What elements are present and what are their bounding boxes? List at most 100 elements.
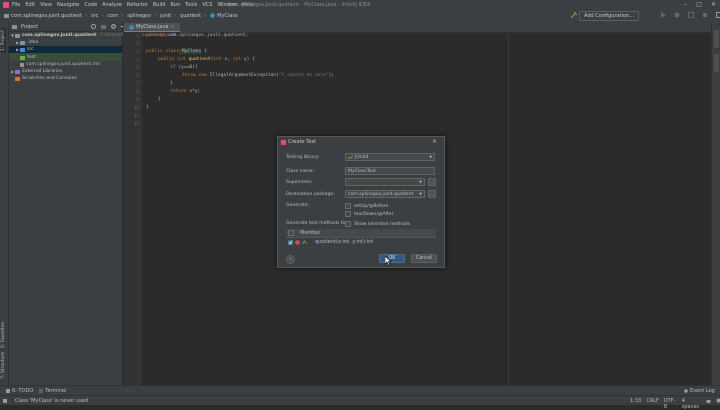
project-tree [9, 32, 122, 385]
breadcrumb-junit[interactable]: junit› [160, 13, 176, 19]
class-name: MyClass [179, 49, 201, 54]
destination-package-field[interactable]: com.splinegov.junit.quotient ▼ [345, 190, 425, 198]
coverage-icon[interactable] [688, 12, 694, 18]
help-button[interactable]: ? [286, 255, 295, 264]
breadcrumb-myclass[interactable]: MyClass [210, 13, 237, 19]
checkbox-box[interactable] [345, 221, 351, 227]
menu-navigate[interactable]: Navigate [57, 2, 79, 8]
favorites-tool-button[interactable]: 2: Favorites [1, 322, 6, 348]
ok-button[interactable]: OK [379, 254, 405, 263]
teardown-checkbox[interactable]: tearDown/@After [345, 211, 394, 217]
tree-item-external-libraries[interactable]: ▶ External Libraries [11, 68, 62, 75]
tab-close-icon[interactable]: × [171, 24, 175, 30]
tree-item-src[interactable]: ▶ src [16, 46, 34, 53]
code-text: IllegalArgumentException( [207, 73, 279, 78]
close-icon[interactable]: × [432, 138, 437, 145]
build-hammer-icon[interactable] [571, 12, 577, 18]
code-line-7: } [170, 81, 173, 89]
folder-icon [20, 41, 25, 45]
breadcrumb-label: MyClass [217, 13, 237, 19]
project-structure-icon[interactable] [716, 12, 720, 18]
terminal-tool-button[interactable]: Terminal [39, 388, 66, 394]
menu-analyze[interactable]: Analyze [102, 2, 122, 8]
caret-position[interactable]: 1:33 [630, 398, 641, 410]
tree-item-scratches[interactable]: Scratches and Consoles [11, 75, 77, 82]
chevron-down-icon: ▼ [419, 180, 422, 184]
line-number: 2 [136, 42, 139, 47]
menu-tools[interactable]: Tools [185, 2, 197, 8]
locate-icon[interactable] [91, 24, 96, 29]
add-configuration-button[interactable]: Add Configuration... [579, 11, 639, 21]
destination-package-browse-button[interactable]: ... [428, 190, 436, 198]
class-name-value: MyClassTest [348, 169, 376, 174]
menu-edit[interactable]: Edit [25, 2, 35, 8]
checkbox-box[interactable] [345, 203, 351, 209]
run-icon[interactable] [660, 12, 666, 18]
project-tool-button[interactable]: 1: Project [1, 28, 6, 53]
setup-checkbox[interactable]: setUp/@Before [345, 203, 388, 209]
ant-tool-icon[interactable] [714, 30, 719, 48]
cancel-button[interactable]: Cancel [411, 254, 437, 263]
indent-setting[interactable]: 4 spaces [682, 398, 701, 410]
class-name-field[interactable]: MyClassTest [345, 167, 435, 175]
scratches-icon [15, 77, 20, 81]
project-panel-title[interactable]: Project [21, 24, 38, 30]
maximize-icon[interactable]: □ [696, 1, 702, 8]
tab-label: MyClass.java [136, 24, 169, 30]
select-all-checkbox[interactable] [288, 230, 294, 236]
breadcrumb-com[interactable]: com› [107, 13, 123, 19]
database-tool-icon[interactable] [714, 54, 719, 72]
tree-item-iml[interactable]: com.splinegov.junit.quotient.iml [20, 61, 100, 68]
line-separator[interactable]: CRLF [646, 398, 659, 410]
tree-item-idea[interactable]: ▶ .idea [16, 39, 38, 46]
keyword: return [170, 89, 187, 94]
menu-refactor[interactable]: Refactor [127, 2, 148, 8]
tree-item-test[interactable]: test [16, 54, 36, 61]
junit-icon [348, 155, 353, 159]
minimize-icon[interactable]: – [684, 1, 687, 8]
testing-library-select[interactable]: JUnit4 ▼ [345, 153, 435, 161]
superclass-browse-button[interactable]: ... [428, 178, 436, 186]
member-row-quotient[interactable]: quotient(x:int, y:int):int [286, 238, 436, 246]
structure-tool-button[interactable]: 7: Structure [1, 352, 6, 379]
stop-icon[interactable] [702, 12, 708, 18]
menu-vcs[interactable]: VCS [202, 2, 212, 8]
menu-view[interactable]: View [40, 2, 52, 8]
code-text: y) { [241, 57, 255, 62]
collapse-all-icon[interactable] [101, 24, 106, 29]
lock-icon[interactable] [706, 398, 710, 403]
status-message: Class 'MyClass' is never used [15, 398, 88, 404]
method-icon [295, 240, 300, 245]
member-column-header: Member [300, 230, 321, 236]
breadcrumb-quotient[interactable]: quotient› [180, 13, 206, 19]
breadcrumb-project[interactable]: com.splinegov.junit.quotient› [4, 13, 87, 19]
file-encoding[interactable]: UTF-8 [664, 398, 677, 410]
debug-icon[interactable] [674, 12, 680, 18]
menu-code[interactable]: Code [84, 2, 97, 8]
todo-icon [6, 389, 10, 393]
destination-package-value: com.splinegov.junit.quotient [348, 192, 413, 197]
menu-build[interactable]: Build [153, 2, 166, 8]
event-log-button[interactable]: Event Log [684, 388, 715, 394]
breadcrumb-src[interactable]: src› [91, 13, 103, 19]
menu-run[interactable]: Run [170, 2, 180, 8]
show-inherited-label: Show inherited methods [354, 222, 410, 227]
menu-file[interactable]: File [12, 2, 20, 8]
breadcrumb-splinegov[interactable]: splinegov› [127, 13, 156, 19]
checked-checkbox-icon[interactable] [288, 240, 293, 245]
tab-myclass[interactable]: MyClass.java × [124, 23, 180, 32]
status-bar-right: 1:33 CRLF UTF-8 4 spaces [630, 398, 720, 410]
inspector-icon[interactable] [716, 398, 720, 403]
gear-icon[interactable] [111, 24, 116, 29]
superclass-field[interactable]: ▼ [345, 178, 425, 186]
line-number: 3 [136, 50, 139, 55]
testing-library-value: JUnit4 [355, 155, 369, 160]
show-inherited-checkbox[interactable]: Show inherited methods [345, 221, 410, 227]
close-icon[interactable]: ✕ [711, 1, 716, 8]
checkbox-box[interactable] [345, 211, 351, 217]
tree-item-label: Scratches and Consoles [22, 76, 77, 81]
string-literal: "Y cannot be zero" [279, 73, 329, 78]
tree-item-label: test [27, 55, 36, 60]
keyword: package [146, 33, 165, 38]
todo-tool-button[interactable]: 6: TODO [6, 388, 33, 394]
